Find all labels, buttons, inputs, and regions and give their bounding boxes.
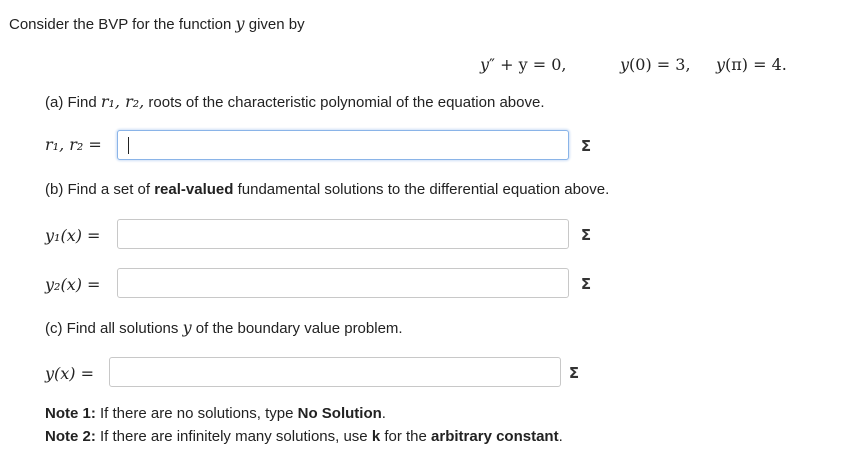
part-c-field-label: y(x) = (45, 364, 95, 383)
y2-label: y₂(x) = (45, 275, 101, 294)
roots-input[interactable] (117, 130, 569, 160)
sigma-icon[interactable]: Σ (578, 226, 594, 244)
y2-input[interactable] (117, 268, 569, 298)
boundary-condition-2: y(π) = 4. (716, 55, 787, 74)
intro-lead: Consider the BVP for the function (9, 16, 232, 33)
intro-var: y (235, 14, 245, 33)
solution-input[interactable] (109, 357, 561, 387)
part-a-field-label: r₁, r₂ = (45, 135, 102, 154)
part-c-var: y (182, 318, 192, 337)
note-1: Note 1: If there are no solutions, type … (45, 405, 386, 422)
y1-input[interactable] (117, 219, 569, 249)
y1-label: y₁(x) = (45, 226, 101, 245)
intro-text: Consider the BVP for the function y give… (9, 14, 305, 33)
part-a-vars: r₁, r₂, (100, 92, 145, 111)
part-b-prompt: (b) Find a set of real-valued fundamenta… (45, 181, 610, 198)
sigma-icon[interactable]: Σ (578, 275, 594, 293)
sigma-icon[interactable]: Σ (566, 364, 582, 382)
text-caret (128, 137, 129, 154)
ode-equation: y″ + y = 0, (480, 55, 567, 74)
part-a-prompt: (a) Find r₁, r₂, roots of the characteri… (45, 92, 545, 111)
sigma-icon[interactable]: Σ (578, 137, 594, 155)
intro-tail: given by (248, 16, 305, 33)
boundary-condition-1: y(0) = 3, (620, 55, 691, 74)
note-2: Note 2: If there are infinitely many sol… (45, 428, 563, 445)
part-c-prompt: (c) Find all solutions y of the boundary… (45, 318, 403, 337)
